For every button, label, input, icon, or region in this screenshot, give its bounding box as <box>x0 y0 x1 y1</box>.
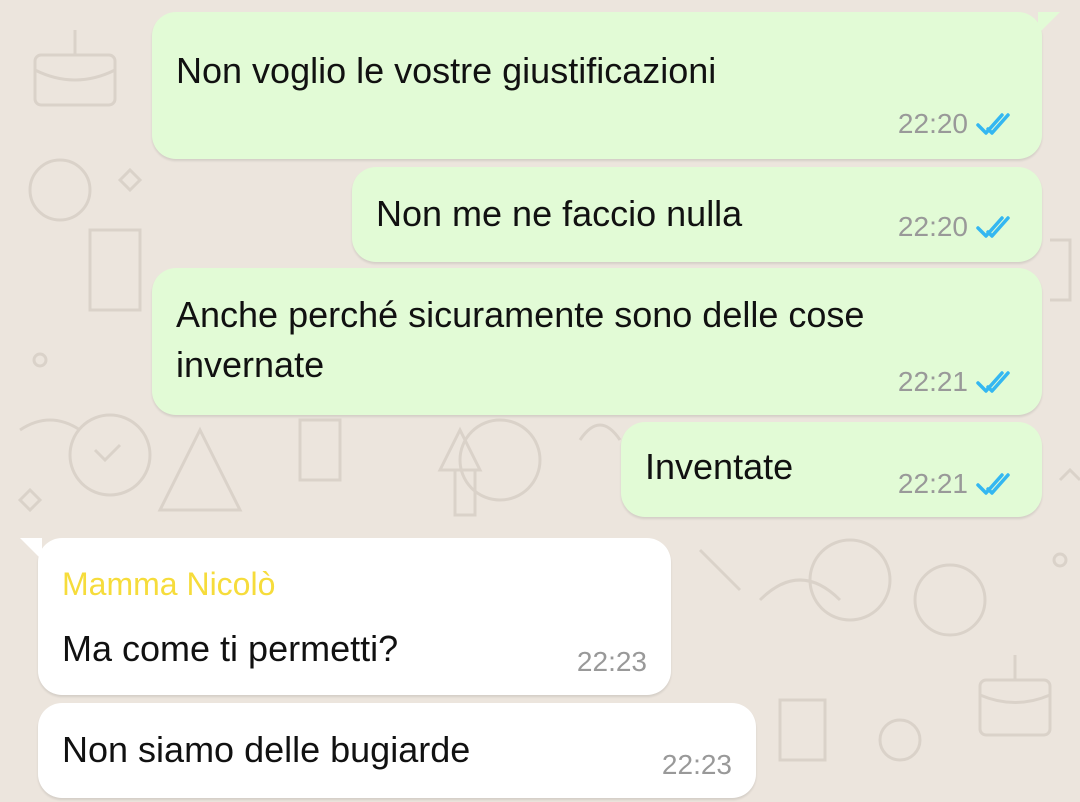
double-check-icon <box>976 371 1010 393</box>
bubble-tail <box>1038 12 1060 34</box>
message-time: 22:20 <box>897 211 968 242</box>
message-text: Non me ne faccio nulla <box>376 193 743 234</box>
incoming-message-bubble[interactable]: Non siamo delle bugiarde 22:23 <box>38 703 756 798</box>
message-meta: 22:20 <box>898 211 1018 243</box>
message-time: 22:23 <box>576 646 647 677</box>
double-check-icon <box>976 216 1010 238</box>
outgoing-message-bubble[interactable]: Anche perché sicuramente sono delle cose… <box>152 268 1042 415</box>
message-text: Non siamo delle bugiarde <box>62 729 471 770</box>
message-meta: 22:21 <box>898 366 1018 398</box>
outgoing-message-bubble[interactable]: Non me ne faccio nulla 22:20 <box>352 167 1042 262</box>
message-time: 22:23 <box>661 749 732 780</box>
outgoing-message-bubble[interactable]: Non voglio le vostre giustificazioni 22:… <box>152 12 1060 159</box>
message-meta: 22:23 <box>577 646 647 678</box>
message-text: Anche perché sicuramente sono delle cose… <box>176 294 865 385</box>
message-text: Non voglio le vostre giustificazioni <box>176 50 717 91</box>
incoming-message-bubble[interactable]: Mamma Nicolò Ma come ti permetti? 22:23 <box>20 538 671 695</box>
message-time: 22:21 <box>897 366 968 397</box>
message-meta: 22:23 <box>662 749 732 781</box>
message-time: 22:20 <box>897 108 968 139</box>
sender-name: Mamma Nicolò <box>62 566 276 602</box>
outgoing-message-bubble[interactable]: Inventate 22:21 <box>621 422 1042 517</box>
message-time: 22:21 <box>897 468 968 499</box>
double-check-icon <box>976 113 1010 135</box>
message-text: Inventate <box>645 446 794 487</box>
message-list: Non voglio le vostre giustificazioni 22:… <box>0 0 1080 802</box>
double-check-icon <box>976 473 1010 495</box>
message-meta: 22:21 <box>898 468 1018 500</box>
message-text: Ma come ti permetti? <box>62 628 399 669</box>
message-meta: 22:20 <box>898 108 1018 140</box>
bubble-tail <box>20 538 42 560</box>
